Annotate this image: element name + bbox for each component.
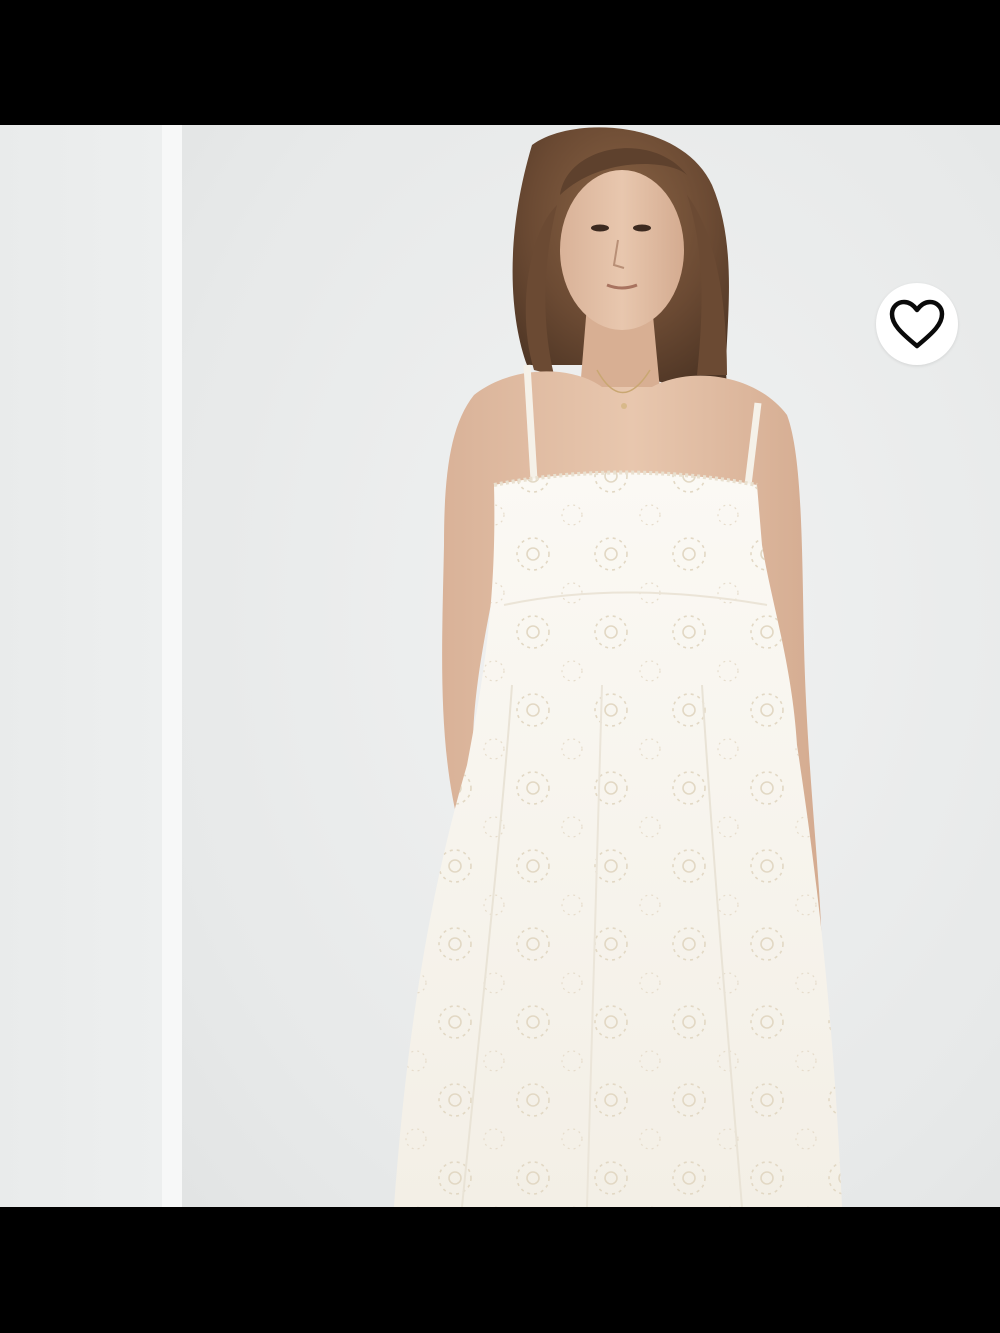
heart-outline-icon: [888, 298, 946, 350]
slide-separator: [162, 125, 182, 1207]
top-letterbox: [0, 0, 1000, 125]
previous-image-slide[interactable]: [0, 125, 162, 1207]
wishlist-heart-button[interactable]: [876, 283, 958, 365]
bottom-letterbox: [0, 1207, 1000, 1333]
product-image-main: [182, 125, 1000, 1207]
product-image-carousel[interactable]: [0, 125, 1000, 1207]
